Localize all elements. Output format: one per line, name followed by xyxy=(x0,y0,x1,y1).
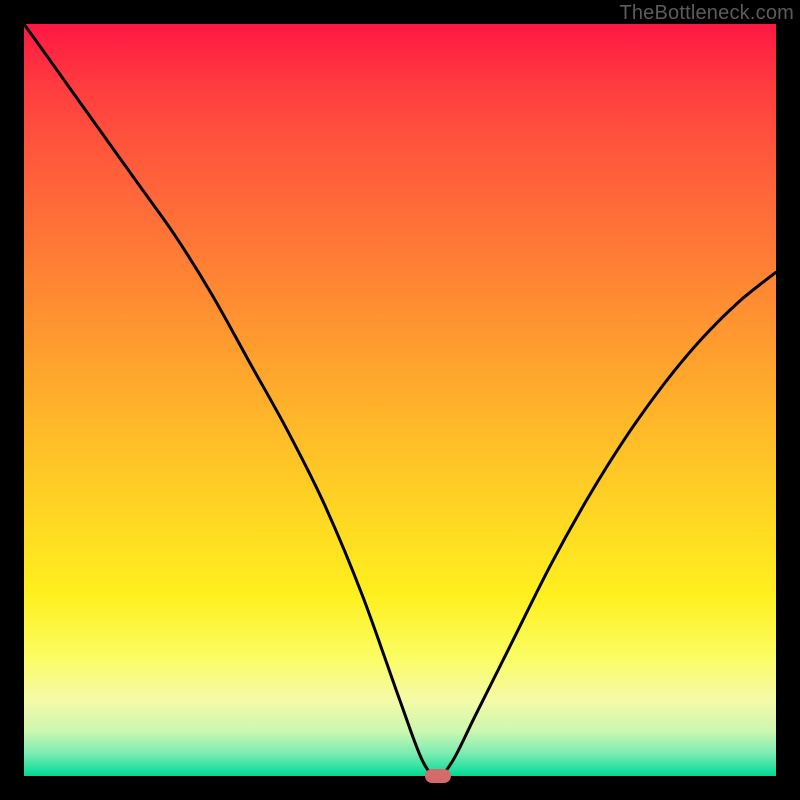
bottleneck-curve xyxy=(24,24,776,776)
optimum-marker xyxy=(425,769,451,783)
chart-frame: TheBottleneck.com xyxy=(0,0,800,800)
curve-path xyxy=(24,24,776,776)
watermark-text: TheBottleneck.com xyxy=(619,2,794,25)
plot-area xyxy=(24,24,776,776)
